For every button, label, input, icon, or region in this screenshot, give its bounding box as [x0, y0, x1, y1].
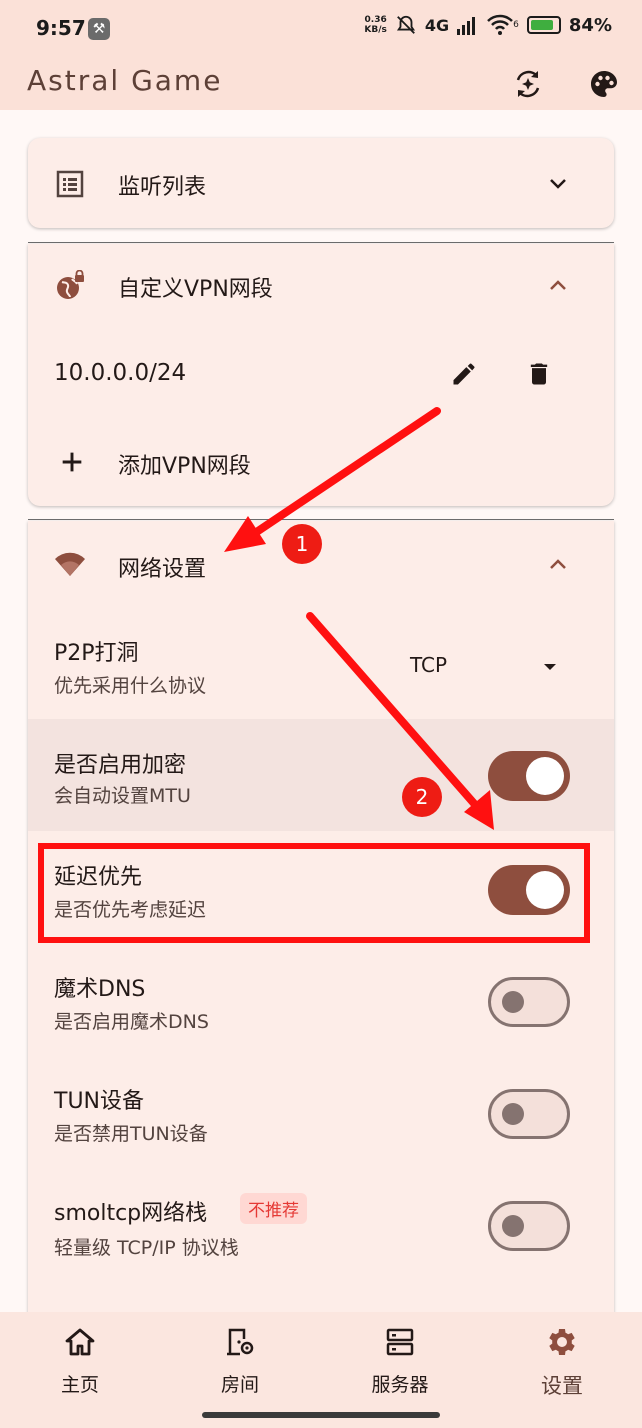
nav-label: 主页	[60, 1374, 99, 1396]
nav-item-home[interactable]: 主页	[20, 1326, 140, 1397]
home-icon	[65, 1328, 95, 1356]
server-icon	[386, 1328, 414, 1356]
gear-icon	[549, 1329, 575, 1355]
annotation-arrows	[224, 407, 494, 830]
nav-label: 房间	[220, 1374, 259, 1396]
nav-item-settings[interactable]: 设置	[502, 1326, 622, 1400]
room-icon	[227, 1328, 254, 1356]
annotation-highlight-box	[38, 843, 590, 943]
annotation-arrow-1	[224, 407, 441, 552]
nav-label: 服务器	[371, 1374, 429, 1396]
nav-label: 设置	[541, 1374, 583, 1398]
annotation-step-1: 1	[282, 524, 322, 564]
nav-item-room[interactable]: 房间	[180, 1326, 300, 1397]
bottom-nav: 主页 房间 服务器 设置	[0, 1312, 642, 1428]
home-indicator[interactable]	[202, 1412, 440, 1418]
annotation-step-2: 2	[402, 777, 442, 817]
nav-item-server[interactable]: 服务器	[340, 1326, 460, 1397]
